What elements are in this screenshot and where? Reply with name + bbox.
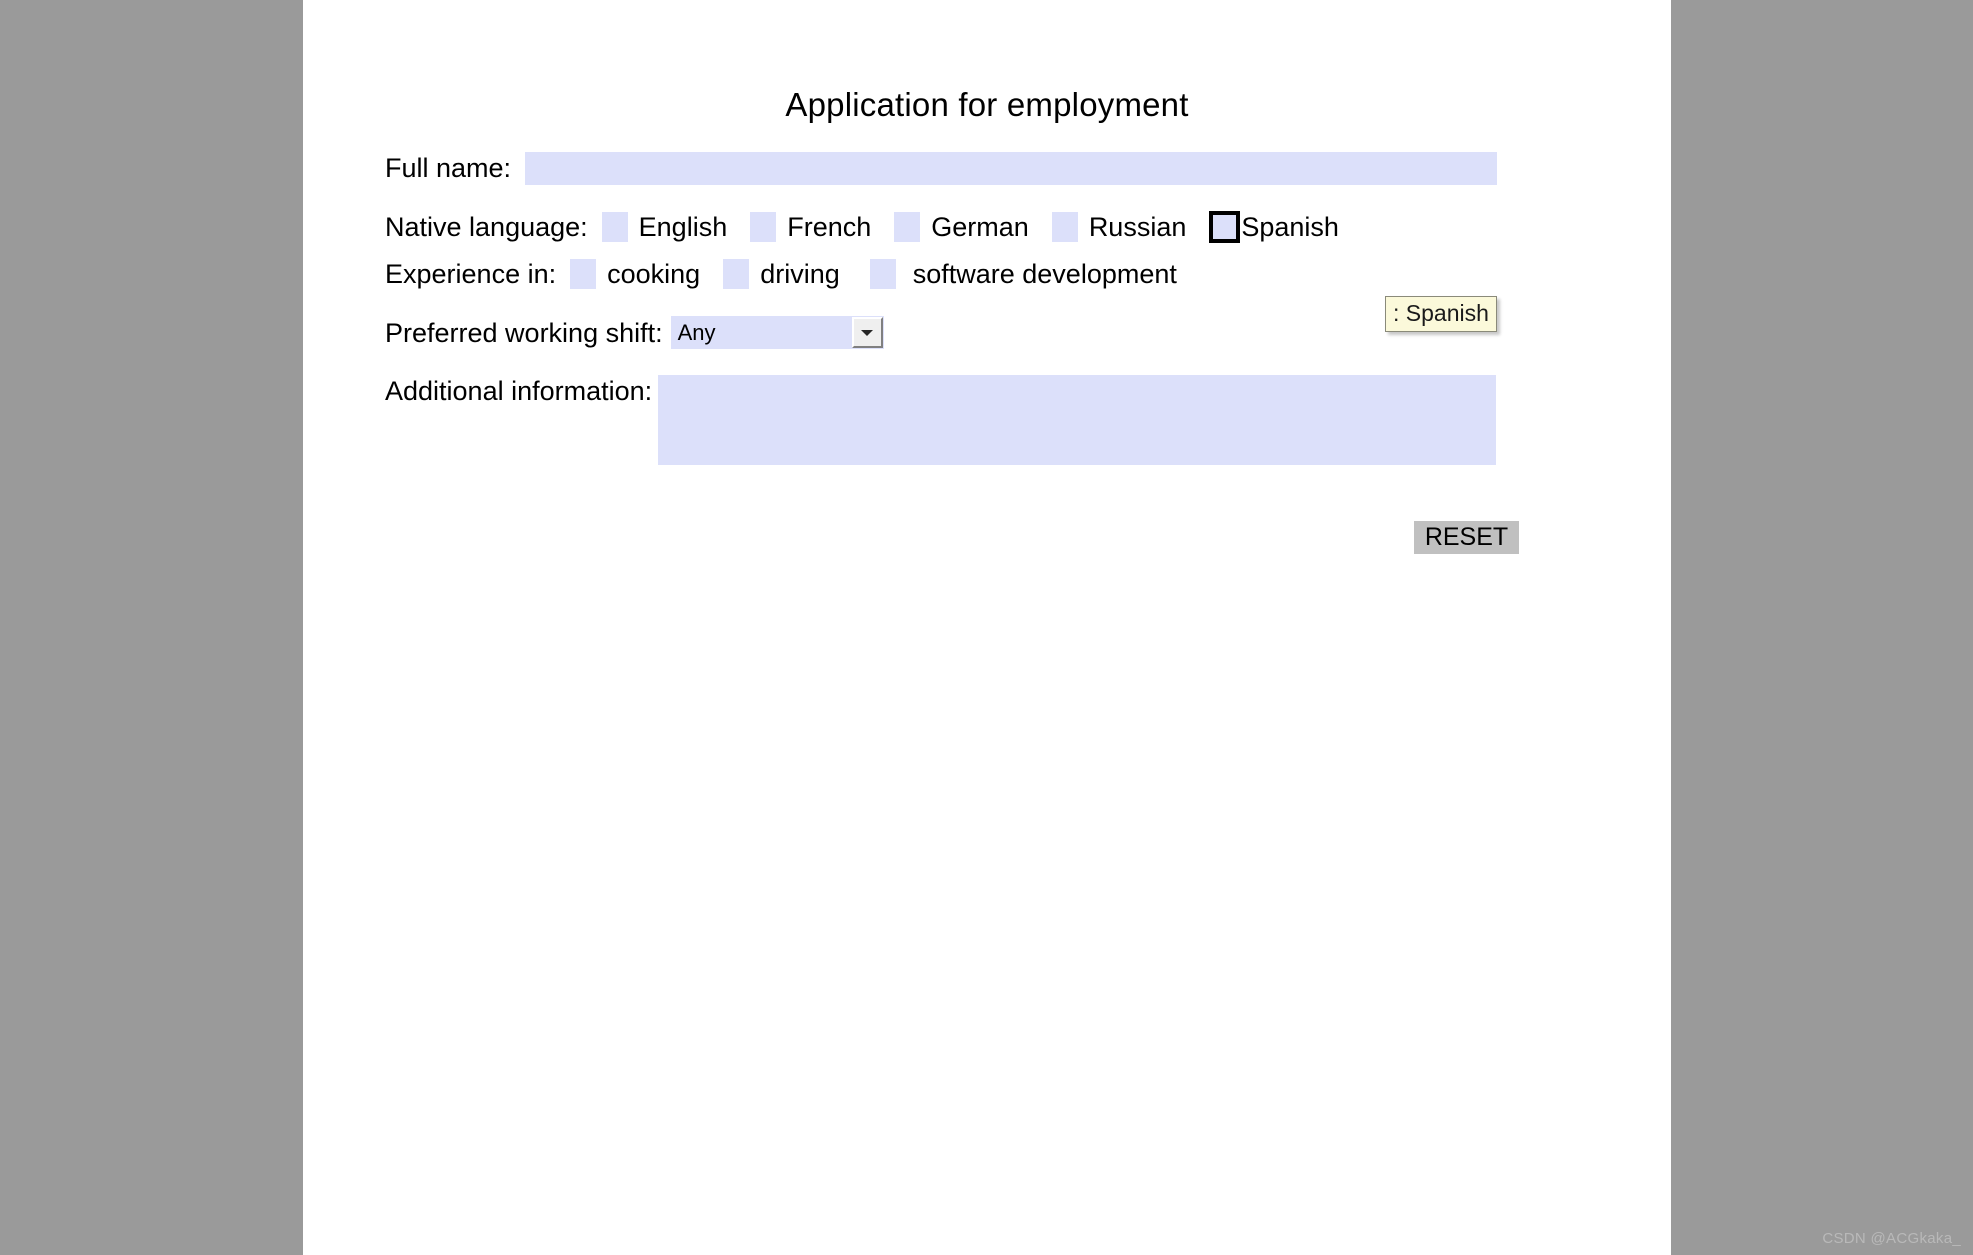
fullname-row: Full name: [385,149,1498,187]
checkbox-german[interactable] [894,212,921,242]
checkbox-label-software-development: software development [912,259,1177,289]
checkbox-label-french: French [787,212,872,242]
checkbox-item-french[interactable]: French [750,208,871,246]
checkbox-cooking[interactable] [570,259,597,289]
native-language-label: Native language: [385,212,588,242]
additional-information-label: Additional information: [385,376,653,406]
checkbox-item-software-development[interactable]: software development [869,255,1177,293]
shift-label: Preferred working shift: [385,318,663,348]
validation-tooltip: : Spanish [1385,296,1497,332]
experience-label: Experience in: [385,259,557,289]
checkbox-russian[interactable] [1051,212,1078,242]
native-language-options: English French German Russian Spanish [588,208,1339,246]
checkbox-label-english: English [638,212,728,242]
shift-select[interactable]: Any [670,316,884,349]
checkbox-label-russian: Russian [1088,212,1187,242]
checkbox-label-driving: driving [760,259,840,289]
shift-select-value: Any [677,320,716,345]
additional-information-row: Additional information: [385,372,1497,465]
additional-information-textarea[interactable] [658,375,1497,465]
checkbox-item-german[interactable]: German [894,208,1029,246]
checkbox-spanish[interactable] [1209,211,1241,243]
checkbox-item-russian[interactable]: Russian [1051,208,1187,246]
checkbox-item-cooking[interactable]: cooking [570,255,700,293]
checkbox-driving[interactable] [723,259,750,289]
experience-row: Experience in: cooking driving software … [385,255,1177,293]
reset-button[interactable]: RESET [1414,521,1519,554]
checkbox-item-driving[interactable]: driving [723,255,840,293]
checkbox-french[interactable] [750,212,777,242]
shift-row: Preferred working shift: Any [385,314,884,352]
checkbox-software-development[interactable] [869,259,896,289]
experience-options: cooking driving software development [556,255,1177,293]
page-sheet: Application for employment Full name: Na… [303,0,1671,1255]
checkbox-label-cooking: cooking [607,259,701,289]
page-title: Application for employment [785,86,1189,123]
native-language-row: Native language: English French German R… [385,208,1339,246]
checkbox-label-spanish: Spanish [1241,212,1339,242]
checkbox-english[interactable] [601,212,628,242]
watermark: CSDN @ACGkaka_ [1822,1230,1961,1247]
checkbox-item-english[interactable]: English [601,208,728,246]
chevron-down-icon[interactable] [851,317,883,348]
fullname-label: Full name: [385,153,512,183]
checkbox-label-german: German [931,212,1029,242]
fullname-input[interactable] [525,152,1498,185]
checkbox-item-spanish[interactable]: Spanish [1209,208,1339,246]
